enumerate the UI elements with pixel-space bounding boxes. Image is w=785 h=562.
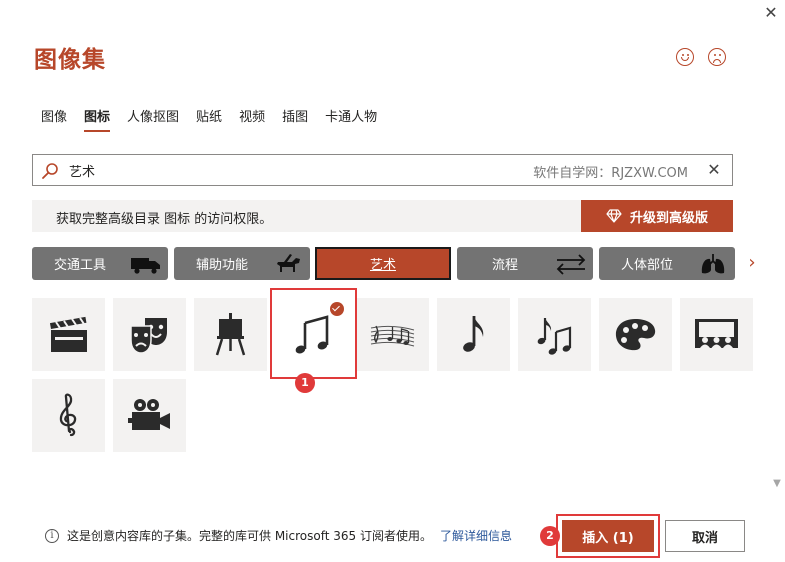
category-art[interactable]: 艺术 (315, 247, 451, 280)
upgrade-button[interactable]: 升级到高级版 (581, 200, 733, 232)
cinema-audience-icon (695, 319, 738, 348)
close-dialog-button[interactable]: ✕ (760, 4, 782, 22)
icon-tile-easel[interactable] (194, 298, 267, 371)
category-label: 辅助功能 (195, 258, 248, 273)
category-transport[interactable]: 交通工具 (32, 247, 168, 280)
video-camera-icon (128, 399, 170, 430)
subscription-text: 这是创意内容库的子集。完整的库可供 Microsoft 365 订阅者使用。 (67, 529, 432, 543)
guide-dog-icon (277, 254, 300, 272)
palette-icon (615, 319, 656, 351)
truck-icon (131, 258, 160, 274)
learn-more-link[interactable]: 了解详细信息 (440, 527, 512, 544)
tab-cartoon-people[interactable]: 卡通人物 (325, 106, 377, 132)
cancel-button[interactable]: 取消 (665, 520, 745, 552)
clear-search-icon[interactable]: ✕ (704, 160, 724, 180)
subscription-note: i 这是创意内容库的子集。完整的库可供 Microsoft 365 订阅者使用。… (45, 527, 512, 544)
category-next-button[interactable]: › (745, 252, 759, 274)
icon-tile-cinema-audience[interactable] (680, 298, 753, 371)
category-label: 人体部位 (620, 258, 673, 273)
search-watermark: 软件自学网：RJZXW.COM (533, 166, 688, 181)
search-value[interactable]: 艺术 (69, 161, 95, 180)
category-accessibility[interactable]: 辅助功能 (174, 247, 310, 280)
category-body-parts[interactable]: 人体部位 (599, 247, 735, 280)
search-icon (42, 163, 58, 179)
lungs-icon (701, 254, 725, 274)
icon-tile-eighth-note[interactable] (437, 298, 510, 371)
swap-arrows-icon (556, 254, 586, 275)
scroll-down-icon[interactable]: ▼ (771, 478, 783, 490)
tab-illustrations[interactable]: 插图 (282, 106, 308, 132)
tab-cutout-people[interactable]: 人像抠图 (127, 106, 179, 132)
icon-tile-sheet-music[interactable] (356, 298, 429, 371)
eighth-notes-icon (537, 318, 572, 355)
tab-bar: 图像 图标 人像抠图 贴纸 视频 插图 卡通人物 (41, 106, 394, 132)
scrollbar[interactable]: ▼ (771, 285, 783, 500)
upsell-text: 获取完整高级目录 图标 的访问权限。 (56, 212, 273, 227)
icon-tile-theater-masks[interactable] (113, 298, 186, 371)
annotation-box-1 (270, 288, 357, 379)
clapperboard-icon (49, 316, 87, 352)
tab-stickers[interactable]: 贴纸 (196, 106, 222, 132)
frown-icon[interactable] (708, 48, 726, 66)
icon-tile-video-camera[interactable] (113, 379, 186, 452)
category-label: 艺术 (369, 258, 396, 273)
tab-icons[interactable]: 图标 (84, 106, 111, 132)
eighth-note-icon (463, 316, 484, 352)
smile-icon[interactable] (676, 48, 694, 66)
icon-tile-palette[interactable] (599, 298, 672, 371)
annotation-badge-1: 1 (295, 373, 315, 393)
icon-tile-eighth-notes[interactable] (518, 298, 591, 371)
category-label: 交通工具 (53, 258, 106, 273)
upgrade-label: 升级到高级版 (629, 210, 708, 226)
sheet-music-icon (370, 325, 415, 347)
tab-images[interactable]: 图像 (41, 106, 67, 132)
diamond-icon (606, 209, 622, 223)
category-label: 流程 (491, 258, 518, 273)
icon-grid (32, 298, 762, 454)
annotation-badge-2: 2 (540, 526, 560, 546)
upsell-banner: 获取完整高级目录 图标 的访问权限。 升级到高级版 (32, 200, 733, 232)
dialog-title: 图像集 (34, 47, 106, 73)
info-icon: i (45, 528, 59, 543)
icon-tile-treble-clef[interactable] (32, 379, 105, 452)
treble-clef-icon (59, 393, 77, 437)
annotation-box-2 (556, 514, 660, 558)
search-input[interactable]: 艺术 软件自学网：RJZXW.COM ✕ (32, 154, 733, 186)
easel-icon (215, 313, 246, 356)
category-process[interactable]: 流程 (457, 247, 593, 280)
theater-masks-icon (130, 318, 167, 354)
icon-tile-clapperboard[interactable] (32, 298, 105, 371)
tab-videos[interactable]: 视频 (239, 106, 265, 132)
